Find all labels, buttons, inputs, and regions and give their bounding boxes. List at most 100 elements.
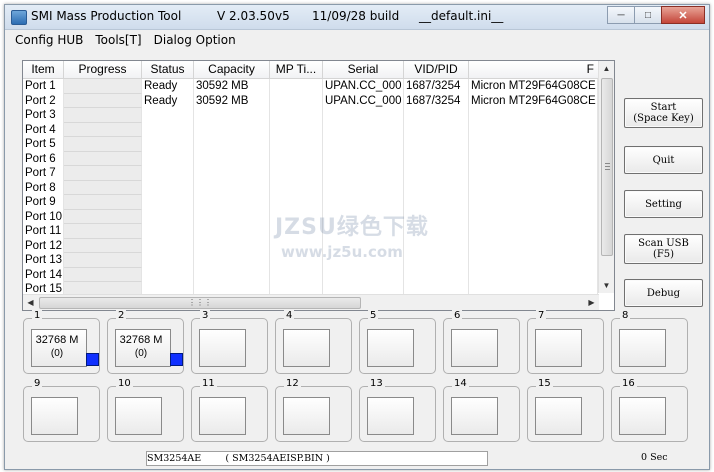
cell-flash: [469, 267, 598, 282]
scroll-right-icon[interactable]: ▶: [584, 295, 599, 310]
title-bar[interactable]: SMI Mass Production Tool V 2.03.50 v5 11…: [5, 5, 709, 30]
cell-vid-pid: [404, 166, 469, 181]
cell-serial: [323, 166, 404, 181]
table-row[interactable]: Port 8: [23, 180, 598, 195]
start-button[interactable]: Start (Space Key): [624, 98, 703, 128]
cell-serial: [323, 180, 404, 195]
table-row[interactable]: Port 10: [23, 209, 598, 224]
port-panel-6[interactable]: 6: [443, 310, 520, 374]
setting-button[interactable]: Setting: [624, 190, 703, 218]
column-header-mp-time[interactable]: MP Ti...: [270, 61, 323, 78]
cell-item: Port 11: [23, 224, 64, 239]
horizontal-scrollbar[interactable]: ◀ ⋮⋮⋮ ▶: [23, 294, 599, 310]
scroll-up-icon[interactable]: ▲: [599, 61, 614, 76]
table-row[interactable]: Port 6: [23, 151, 598, 166]
cell-vid-pid: [404, 224, 469, 239]
menu-dialog-option[interactable]: Dialog Option: [148, 33, 242, 47]
scan-usb-button-hint: (F5): [652, 249, 675, 260]
port-panel-2[interactable]: 2 32768 M (0): [107, 310, 184, 374]
port-panel-3[interactable]: 3: [191, 310, 268, 374]
column-header-serial[interactable]: Serial: [323, 61, 404, 78]
cell-progress: [64, 253, 142, 268]
port-panel-4[interactable]: 4: [275, 310, 352, 374]
grid-header: Item Progress Status Capacity MP Ti... Serial…: [23, 61, 598, 79]
port-panel-5[interactable]: 5: [359, 310, 436, 374]
cell-vid-pid: 1687/3254: [404, 79, 469, 94]
port-panel-12[interactable]: 12: [275, 378, 352, 442]
cell-serial: [323, 151, 404, 166]
scroll-left-icon[interactable]: ◀: [23, 295, 38, 310]
table-row[interactable]: Port 3: [23, 108, 598, 123]
table-row[interactable]: Port 7: [23, 166, 598, 181]
cell-status: [142, 137, 194, 152]
table-row[interactable]: Port 11: [23, 224, 598, 239]
table-row[interactable]: Port 12: [23, 238, 598, 253]
cell-vid-pid: [404, 238, 469, 253]
menu-tools[interactable]: Tools[T]: [89, 33, 147, 47]
cell-progress: [64, 79, 142, 94]
port-panel-7[interactable]: 7: [527, 310, 604, 374]
port-status-grid[interactable]: Item Progress Status Capacity MP Ti... Serial…: [22, 60, 615, 311]
maximize-icon[interactable]: □: [634, 6, 662, 24]
port-status-box: [31, 397, 78, 435]
horizontal-scroll-thumb[interactable]: ⋮⋮⋮: [39, 297, 361, 309]
close-icon[interactable]: ✕: [661, 6, 705, 24]
main-window: SMI Mass Production Tool V 2.03.50 v5 11…: [4, 4, 710, 470]
port-panel-14[interactable]: 14: [443, 378, 520, 442]
cell-capacity: [194, 238, 270, 253]
vertical-scroll-thumb[interactable]: [601, 78, 613, 256]
debug-button-label: Debug: [646, 287, 681, 299]
port-status-box: 32768 M (0): [115, 329, 171, 367]
port-panel-11[interactable]: 11: [191, 378, 268, 442]
port-panel-8[interactable]: 8: [611, 310, 688, 374]
cell-vid-pid: [404, 108, 469, 123]
cell-flash: [469, 195, 598, 210]
start-button-label: Start: [650, 102, 677, 113]
port-number: 9: [32, 378, 43, 389]
cell-progress: [64, 209, 142, 224]
column-header-flash[interactable]: F: [469, 61, 598, 78]
port-status-box: [535, 397, 582, 435]
column-header-item[interactable]: Item: [23, 61, 64, 78]
port-number: 14: [452, 378, 469, 389]
port-panel-16[interactable]: 16: [611, 378, 688, 442]
table-row[interactable]: Port 14: [23, 267, 598, 282]
vertical-scrollbar[interactable]: ▲ ▼: [598, 61, 614, 293]
table-row[interactable]: Port 13: [23, 253, 598, 268]
port-panel-13[interactable]: 13: [359, 378, 436, 442]
port-panel-1[interactable]: 1 32768 M (0): [23, 310, 100, 374]
status-isp-file: ( SM3254AEISP.BIN ): [225, 453, 330, 464]
column-header-status[interactable]: Status: [142, 61, 194, 78]
window-controls: ─ □ ✕: [607, 6, 705, 24]
table-row[interactable]: Port 1 Ready 30592 MB UPAN.CC_000 1687/3254 M…: [23, 79, 598, 94]
column-header-vid-pid[interactable]: VID/PID: [404, 61, 469, 78]
cell-status: [142, 253, 194, 268]
table-row[interactable]: Port 9: [23, 195, 598, 210]
cell-progress: [64, 195, 142, 210]
port-status-box: [199, 329, 246, 367]
port-panel-10[interactable]: 10: [107, 378, 184, 442]
table-row[interactable]: Port 2 Ready 30592 MB UPAN.CC_000 1687/3254 M…: [23, 93, 598, 108]
port-panel-15[interactable]: 15: [527, 378, 604, 442]
port-ready-indicator: [86, 353, 99, 366]
scroll-down-icon[interactable]: ▼: [599, 278, 614, 293]
port-status-box: [535, 329, 582, 367]
cell-status: [142, 108, 194, 123]
table-row[interactable]: Port 5: [23, 137, 598, 152]
port-panel-9[interactable]: 9: [23, 378, 100, 442]
quit-button[interactable]: Quit: [624, 146, 703, 174]
minimize-icon[interactable]: ─: [607, 6, 635, 24]
scan-usb-button[interactable]: Scan USB (F5): [624, 234, 703, 264]
debug-button[interactable]: Debug: [624, 279, 703, 307]
cell-progress: [64, 267, 142, 282]
cell-vid-pid: [404, 151, 469, 166]
cell-serial: [323, 238, 404, 253]
column-header-capacity[interactable]: Capacity: [194, 61, 270, 78]
menu-config-hub[interactable]: Config HUB: [5, 33, 89, 47]
column-header-progress[interactable]: Progress: [64, 61, 142, 78]
grid-body: Port 1 Ready 30592 MB UPAN.CC_000 1687/3254 M…: [23, 79, 598, 297]
port-status-box: [115, 397, 162, 435]
cell-serial: UPAN.CC_000: [323, 93, 404, 108]
table-row[interactable]: Port 4: [23, 122, 598, 137]
port-number: 8: [620, 310, 631, 321]
